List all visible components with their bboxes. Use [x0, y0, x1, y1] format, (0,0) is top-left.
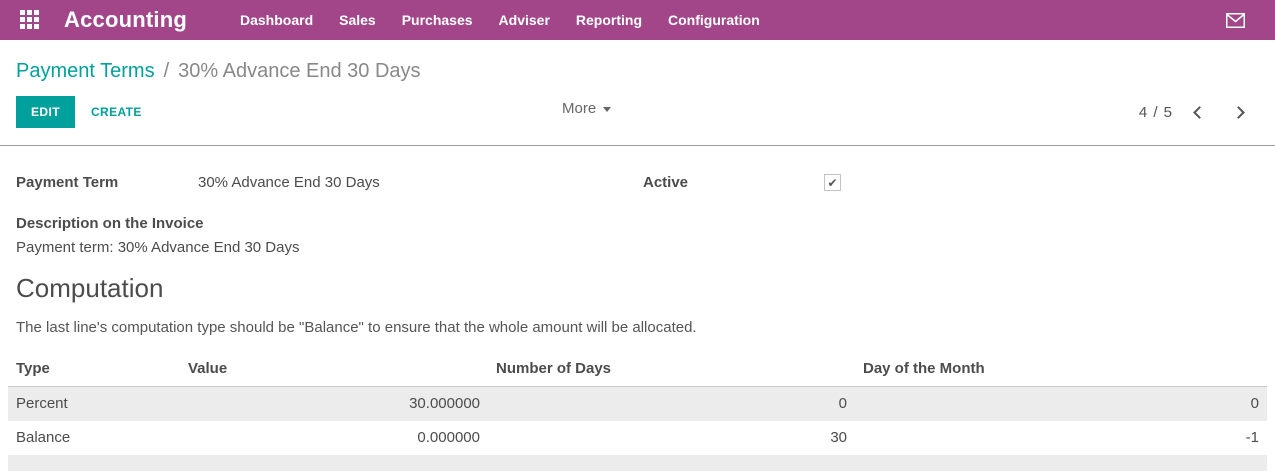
nav-item-adviser[interactable]: Adviser [486, 0, 563, 40]
cell-value[interactable]: 0.000000 [180, 421, 488, 455]
messages-envelope-icon[interactable] [1226, 13, 1245, 28]
pager-previous-icon[interactable] [1193, 106, 1206, 119]
apps-grid-icon[interactable] [20, 10, 40, 30]
app-brand-title[interactable]: Accounting [64, 7, 187, 33]
active-checkbox[interactable]: ✔ [824, 174, 841, 191]
breadcrumb-current-record: 30% Advance End 30 Days [178, 60, 420, 83]
computation-note: The last line's computation type should … [16, 319, 1259, 336]
cell-type[interactable]: Balance [8, 421, 180, 455]
nav-item-dashboard[interactable]: Dashboard [227, 0, 326, 40]
table-header-row: Type Value Number of Days Day of the Mon… [8, 354, 1267, 387]
cell-day-of-month[interactable]: 0 [855, 387, 1267, 421]
top-navbar: Accounting Dashboard Sales Purchases Adv… [0, 0, 1275, 40]
computation-table: Type Value Number of Days Day of the Mon… [8, 354, 1267, 455]
cell-number-of-days[interactable]: 30 [488, 421, 855, 455]
payment-term-value: 30% Advance End 30 Days [198, 174, 643, 191]
record-pager: 4 / 5 [1139, 104, 1243, 121]
action-bar: EDIT CREATE More 4 / 5 [0, 96, 1275, 128]
cell-number-of-days[interactable]: 0 [488, 387, 855, 421]
table-row[interactable]: Percent 30.000000 0 0 [8, 387, 1267, 421]
breadcrumb-payment-terms-link[interactable]: Payment Terms [16, 60, 155, 83]
column-header-number-of-days[interactable]: Number of Days [488, 354, 855, 387]
nav-item-sales[interactable]: Sales [326, 0, 389, 40]
edit-button[interactable]: EDIT [16, 96, 75, 128]
chevron-down-icon [603, 107, 611, 112]
cell-value[interactable]: 30.000000 [180, 387, 488, 421]
invoice-description-value: Payment term: 30% Advance End 30 Days [16, 239, 1259, 256]
invoice-description-label: Description on the Invoice [16, 215, 1259, 232]
more-dropdown[interactable]: More [562, 100, 611, 117]
payment-term-row: Payment Term 30% Advance End 30 Days Act… [16, 174, 1259, 191]
breadcrumb-separator: / [164, 60, 170, 83]
create-button[interactable]: CREATE [91, 105, 142, 119]
pager-next-icon[interactable] [1232, 106, 1245, 119]
breadcrumb: Payment Terms / 30% Advance End 30 Days [0, 40, 1275, 83]
active-label: Active [643, 174, 824, 191]
column-header-value[interactable]: Value [180, 354, 488, 387]
cell-type[interactable]: Percent [8, 387, 180, 421]
nav-item-configuration[interactable]: Configuration [655, 0, 773, 40]
nav-item-reporting[interactable]: Reporting [563, 0, 655, 40]
payment-term-label: Payment Term [16, 174, 198, 191]
more-dropdown-label: More [562, 100, 596, 117]
pager-count: 4 / 5 [1139, 104, 1173, 121]
nav-item-purchases[interactable]: Purchases [389, 0, 486, 40]
cell-day-of-month[interactable]: -1 [855, 421, 1267, 455]
form-sheet: Payment Term 30% Advance End 30 Days Act… [0, 146, 1275, 336]
computation-heading: Computation [16, 273, 1259, 304]
invoice-description-block: Description on the Invoice Payment term:… [16, 215, 1259, 256]
table-partial-row [8, 455, 1267, 471]
column-header-type[interactable]: Type [8, 354, 180, 387]
column-header-day-of-month[interactable]: Day of the Month [855, 354, 1267, 387]
main-menu: Dashboard Sales Purchases Adviser Report… [227, 0, 773, 40]
table-row[interactable]: Balance 0.000000 30 -1 [8, 421, 1267, 455]
